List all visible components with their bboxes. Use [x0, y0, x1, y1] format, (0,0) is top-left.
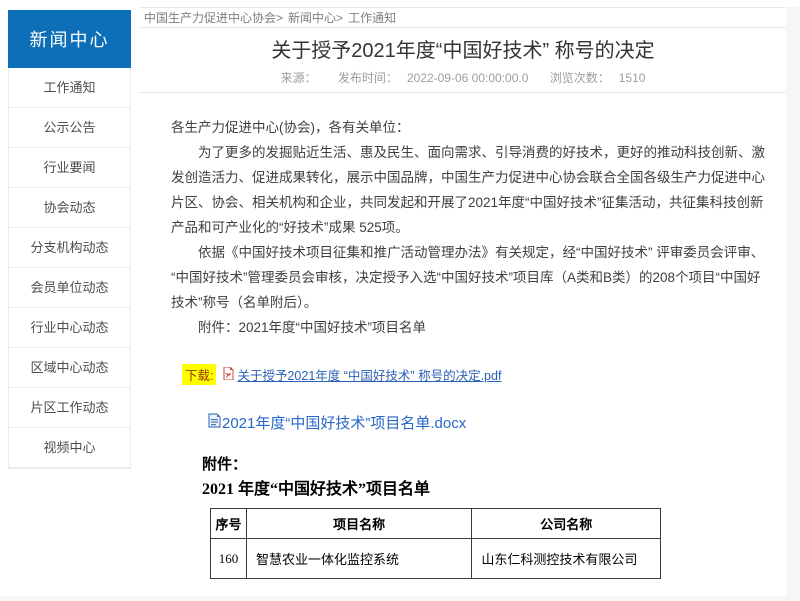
page: 新闻中心 工作通知 公示公告 行业要闻 协会动态 分支机构动态 会员单位动态 行…: [0, 0, 800, 601]
table-cell-project: 智慧农业一体化监控系统: [246, 539, 471, 579]
docx-download-link[interactable]: 2021年度“中国好技术”项目名单.docx: [222, 412, 466, 433]
breadcrumb-item-current[interactable]: 工作通知: [348, 9, 396, 26]
docx-row: 2021年度“中国好技术”项目名单.docx: [208, 412, 786, 433]
attachment-label: 附件：: [202, 455, 786, 475]
sidebar-item-industry-center[interactable]: 行业中心动态: [9, 308, 130, 348]
sidebar-item-region-center[interactable]: 区域中心动态: [9, 348, 130, 388]
table-cell-index: 160: [211, 539, 247, 579]
sidebar-item-branch-news[interactable]: 分支机构动态: [9, 228, 130, 268]
table-header-index: 序号: [211, 509, 247, 539]
page-gutter-right: [786, 7, 800, 597]
attachment-section: 附件： 2021 年度“中国好技术”项目名单 序号 项目名称 公司名称 160 …: [202, 455, 786, 579]
table-header-project: 项目名称: [246, 509, 471, 539]
sidebar: 新闻中心 工作通知 公示公告 行业要闻 协会动态 分支机构动态 会员单位动态 行…: [8, 10, 131, 469]
table-header-company: 公司名称: [472, 509, 661, 539]
meta-publish-label: 发布时间：: [338, 71, 398, 85]
sidebar-item-video-center[interactable]: 视频中心: [9, 428, 130, 468]
breadcrumb-item-home[interactable]: 中国生产力促进中心协会: [144, 9, 276, 26]
sidebar-item-work-notice[interactable]: 工作通知: [9, 68, 130, 108]
article-body: 各生产力促进中心(协会)，各有关单位： 为了更多的发掘贴近生活、惠及民生、面向需…: [140, 93, 786, 340]
pdf-download-link[interactable]: 关于授予2021年度 “中国好技术” 称号的决定.pdf: [237, 365, 501, 384]
pdf-icon: [223, 367, 234, 383]
sidebar-item-public-notice[interactable]: 公示公告: [9, 108, 130, 148]
table-cell-company: 山东仁科测控技术有限公司: [472, 539, 661, 579]
sidebar-item-district-work[interactable]: 片区工作动态: [9, 388, 130, 428]
breadcrumb: 中国生产力促进中心协会 > 新闻中心 > 工作通知: [140, 7, 786, 28]
meta-publish-time: 2022-09-06 00:00:00.0: [407, 71, 528, 85]
download-label: 下载:: [182, 364, 216, 385]
article-paragraph-decision: 依据《中国好技术项目征集和推广活动管理办法》有关规定，经“中国好技术” 评审委员…: [171, 240, 772, 315]
doc-icon: [208, 413, 221, 432]
table-row: 160 智慧农业一体化监控系统 山东仁科测控技术有限公司: [211, 539, 661, 579]
article-paragraph-appendix: 附件：2021年度“中国好技术”项目名单: [171, 315, 772, 340]
breadcrumb-separator: >: [276, 11, 283, 25]
sidebar-item-assoc-news[interactable]: 协会动态: [9, 188, 130, 228]
breadcrumb-separator: >: [336, 11, 343, 25]
attachment-table: 序号 项目名称 公司名称 160 智慧农业一体化监控系统 山东仁科测控技术有限公…: [210, 508, 661, 579]
page-gutter-bottom: [0, 596, 800, 601]
meta-views-count: 1510: [619, 71, 646, 85]
sidebar-title: 新闻中心: [8, 10, 131, 68]
article-meta: 来源： 发布时间： 2022-09-06 00:00:00.0 浏览次数： 1510: [140, 71, 786, 86]
content-area: 中国生产力促进中心协会 > 新闻中心 > 工作通知 关于授予2021年度“中国好…: [140, 7, 786, 579]
breadcrumb-item-news[interactable]: 新闻中心: [288, 9, 336, 26]
sidebar-menu: 工作通知 公示公告 行业要闻 协会动态 分支机构动态 会员单位动态 行业中心动态…: [8, 68, 131, 469]
meta-source-label: 来源：: [281, 71, 317, 85]
table-header-row: 序号 项目名称 公司名称: [211, 509, 661, 539]
article-paragraph-salutation: 各生产力促进中心(协会)，各有关单位：: [171, 115, 772, 140]
download-row: 下载: 关于授予2021年度 “中国好技术” 称号的决定.pdf: [182, 364, 786, 385]
attachment-title: 2021 年度“中国好技术”项目名单: [202, 479, 786, 501]
sidebar-item-industry-news[interactable]: 行业要闻: [9, 148, 130, 188]
page-title: 关于授予2021年度“中国好技术” 称号的决定: [140, 37, 786, 65]
sidebar-item-member-news[interactable]: 会员单位动态: [9, 268, 130, 308]
meta-views-label: 浏览次数：: [550, 71, 610, 85]
article-paragraph-intro: 为了更多的发掘贴近生活、惠及民生、面向需求、引导消费的好技术，更好的推动科技创新…: [171, 140, 772, 240]
